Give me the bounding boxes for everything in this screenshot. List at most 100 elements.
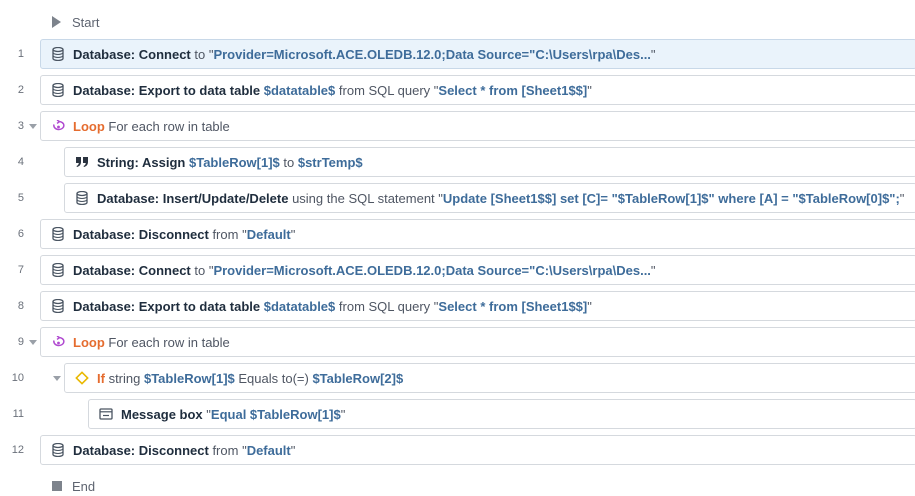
step-text-part: Equals to(=) <box>234 370 313 386</box>
step-text-part: using the SQL statement <box>288 190 439 206</box>
step-text-part: " <box>587 82 592 98</box>
step-text-part: For each row in table <box>104 118 230 134</box>
step-text-part: to <box>190 262 209 278</box>
database-icon <box>74 190 90 206</box>
end-stop-icon <box>52 481 62 491</box>
step-text-part: Select * from [Sheet1$$] <box>438 298 588 314</box>
line-number: 4 <box>17 156 24 168</box>
start-node: Start <box>52 13 99 31</box>
step-text-part: $TableRow[2]$ <box>312 370 404 386</box>
step-text: Database: Connect to "Provider=Microsoft… <box>73 263 656 278</box>
step-text-part: " <box>899 190 905 206</box>
flow-step-db[interactable]: Database: Connect to "Provider=Microsoft… <box>40 255 915 285</box>
step-text-part: " <box>340 406 346 422</box>
step-text-part: Select * from [Sheet1$$] <box>438 82 588 98</box>
line-number: 5 <box>17 192 24 204</box>
step-text-part: Loop <box>73 118 105 134</box>
database-icon <box>50 262 66 278</box>
line-number: 3 <box>17 120 24 132</box>
step-text-part: Update [Sheet1$$] set [C]= "$TableRow[1]… <box>442 190 900 206</box>
step-text-part: $datatable$ <box>263 298 336 314</box>
flow-step-db[interactable]: Database: Export to data table $datatabl… <box>40 291 915 321</box>
step-text-part: $datatable$ <box>263 82 336 98</box>
step-text-part: Database: Connect <box>73 46 191 62</box>
step-text-part: to <box>190 46 209 62</box>
step-text-part: For each row in table <box>104 334 230 350</box>
collapse-toggle[interactable] <box>28 327 38 357</box>
start-label: Start <box>72 14 100 30</box>
step-text-part: If <box>97 370 105 386</box>
step-text-part: Provider=Microsoft.ACE.OLEDB.12.0;Data S… <box>213 46 651 62</box>
flow-step-msg[interactable]: Message box "Equal $TableRow[1]$" <box>88 399 915 429</box>
step-text: Database: Insert/Update/Delete using the… <box>97 191 904 206</box>
chevron-down-icon <box>53 375 61 381</box>
flow-step-db[interactable]: Database: Insert/Update/Delete using the… <box>64 183 915 213</box>
step-text-part: " <box>290 226 296 242</box>
step-text-part: Database: Insert/Update/Delete <box>97 190 289 206</box>
loop-icon <box>50 334 66 350</box>
step-text: Message box "Equal $TableRow[1]$" <box>121 407 345 422</box>
step-text-part: " <box>587 298 592 314</box>
step-text: Database: Export to data table $datatabl… <box>73 299 592 314</box>
step-text-part: Default <box>246 442 291 458</box>
flow-step-if[interactable]: If string $TableRow[1]$ Equals to(=) $Ta… <box>64 363 915 393</box>
line-number: 10 <box>11 372 24 384</box>
step-text-part: Database: Disconnect <box>73 226 209 242</box>
line-number: 1 <box>17 48 24 60</box>
line-number: 8 <box>17 300 24 312</box>
flow-step-db[interactable]: Database: Connect to "Provider=Microsoft… <box>40 39 915 69</box>
step-text-part: Provider=Microsoft.ACE.OLEDB.12.0;Data S… <box>213 262 651 278</box>
line-number: 11 <box>12 408 24 420</box>
step-text-part: $TableRow[1]$ <box>188 154 280 170</box>
database-icon <box>50 298 66 314</box>
step-text-part: String: Assign <box>97 154 186 170</box>
step-text: Database: Export to data table $datatabl… <box>73 83 592 98</box>
collapse-toggle[interactable] <box>52 363 62 393</box>
database-icon <box>50 442 66 458</box>
flow-step-db[interactable]: Database: Disconnect from "Default" <box>40 219 915 249</box>
step-text-part: " <box>290 442 296 458</box>
database-icon <box>50 46 66 62</box>
chevron-down-icon <box>29 339 37 345</box>
flow-step-loop[interactable]: Loop For each row in table <box>40 327 915 357</box>
step-text: If string $TableRow[1]$ Equals to(=) $Ta… <box>97 371 403 386</box>
start-play-icon <box>52 16 61 28</box>
step-text-part: Message box <box>121 406 203 422</box>
database-icon <box>50 82 66 98</box>
step-text-part: from SQL query <box>335 298 434 314</box>
flow-step-db[interactable]: Database: Export to data table $datatabl… <box>40 75 915 105</box>
step-text-part: Database: Export to data table <box>73 298 261 314</box>
step-text: Loop For each row in table <box>73 119 230 134</box>
step-text-part: Default <box>246 226 291 242</box>
step-text: String: Assign $TableRow[1]$ to $strTemp… <box>97 155 363 170</box>
line-number: 12 <box>11 444 24 456</box>
step-text-part: from <box>208 226 243 242</box>
step-text: Database: Disconnect from "Default" <box>73 443 295 458</box>
step-text-part: Database: Export to data table <box>73 82 261 98</box>
database-icon <box>50 226 66 242</box>
line-number: 2 <box>17 84 24 96</box>
step-text-part: Loop <box>73 334 105 350</box>
step-text: Loop For each row in table <box>73 335 230 350</box>
step-text-part: $TableRow[1]$ <box>143 370 235 386</box>
quote-icon <box>74 154 90 170</box>
step-text-part: from SQL query <box>335 82 434 98</box>
step-text-part: from <box>208 442 243 458</box>
diamond-icon <box>74 370 90 386</box>
end-node: End <box>52 477 95 495</box>
chevron-down-icon <box>29 123 37 129</box>
step-text-part: $strTemp$ <box>297 154 363 170</box>
flow-step-loop[interactable]: Loop For each row in table <box>40 111 915 141</box>
end-label: End <box>72 478 96 494</box>
step-text-part: " <box>650 46 656 62</box>
collapse-toggle[interactable] <box>28 111 38 141</box>
step-text-part: string <box>104 370 144 386</box>
flow-step-string[interactable]: String: Assign $TableRow[1]$ to $strTemp… <box>64 147 915 177</box>
step-text-part: " <box>650 262 656 278</box>
flow-step-db[interactable]: Database: Disconnect from "Default" <box>40 435 915 465</box>
line-number: 9 <box>17 336 24 348</box>
line-number: 7 <box>17 264 24 276</box>
loop-icon <box>50 118 66 134</box>
line-number: 6 <box>17 228 24 240</box>
step-text: Database: Disconnect from "Default" <box>73 227 295 242</box>
